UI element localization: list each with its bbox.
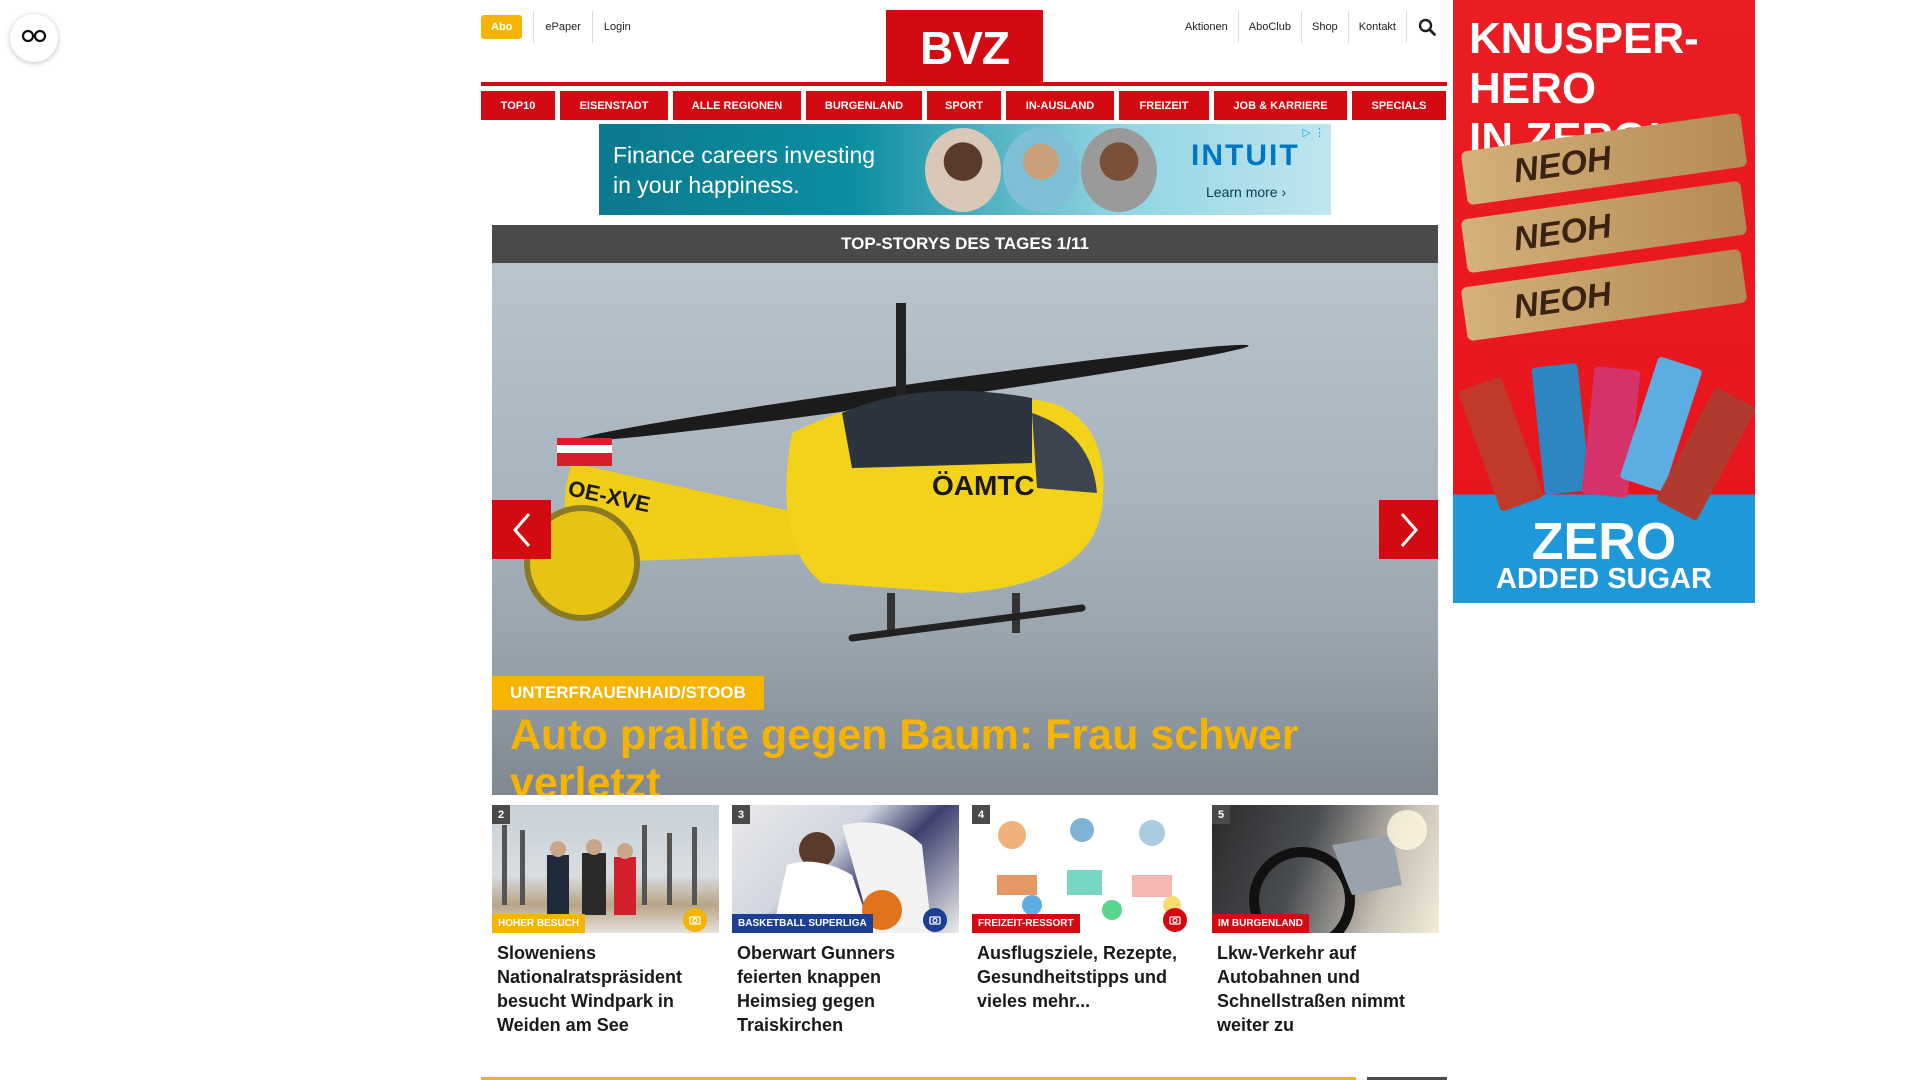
teaser-title[interactable]: Lkw-Verkehr auf Autobahnen und Schnellst…	[1212, 933, 1439, 1037]
teaser-title[interactable]: Sloweniens Nationalratspräsident besucht…	[492, 933, 719, 1037]
slider-heading: TOP-STORYS DES TAGES 1/11	[492, 225, 1438, 263]
ad-text-line1: Finance careers investing	[613, 142, 876, 168]
teaser-tag[interactable]: FREIZEIT-RESSORT	[972, 914, 1080, 933]
skyscraper-ad[interactable]: KNUSPER-HERO IN ZERO! NEOH NEOH NEOH ZER…	[1453, 0, 1755, 603]
teaser-number: 4	[972, 805, 990, 824]
slider-prev-button[interactable]	[492, 500, 551, 559]
nav-item-specials[interactable]: SPECIALS	[1352, 91, 1446, 120]
header-right-links: Aktionen AboClub Shop Kontakt	[1175, 11, 1447, 43]
product-pack	[1531, 362, 1591, 496]
teaser-image[interactable]: 5 IM BURGENLAND	[1212, 805, 1439, 933]
ad-banner[interactable]: Finance careers investing in your happin…	[599, 124, 1331, 215]
site-header: Abo ePaper Login BVZ Aktionen AboClub Sh…	[481, 0, 1447, 87]
teaser-title[interactable]: Ausflugsziele, Rezepte, Gesundheitstipps…	[972, 933, 1199, 1013]
epaper-link[interactable]: ePaper	[533, 11, 591, 43]
teaser-number: 2	[492, 805, 510, 824]
glasses-icon	[21, 29, 47, 48]
abo-button[interactable]: Abo	[481, 15, 523, 39]
product-packs	[1457, 356, 1755, 522]
nav-item-in-ausland[interactable]: IN-AUSLAND	[1006, 91, 1114, 120]
ad-choices-icon[interactable]: ▷ ⋮	[1302, 126, 1325, 139]
kontakt-link[interactable]: Kontakt	[1349, 11, 1407, 43]
header-divider	[481, 82, 1447, 86]
camera-icon	[683, 908, 707, 932]
ad-text-line2: in your happiness.	[613, 172, 800, 198]
teaser-tag[interactable]: BASKETBALL SUPERLIGA	[732, 914, 873, 933]
nav-item-freizeit[interactable]: FREIZEIT	[1119, 91, 1209, 120]
main-nav: TOP10 EISENSTADT ALLE REGIONEN BURGENLAN…	[481, 91, 1447, 120]
teaser-number: 3	[732, 805, 750, 824]
product-bar-brand: NEOH	[1511, 138, 1614, 190]
ad-photo	[1081, 128, 1157, 212]
chevron-left-icon	[512, 512, 530, 547]
ad-photo	[1003, 128, 1079, 212]
teaser-tag[interactable]: IM BURGENLAND	[1212, 914, 1309, 933]
teaser-card[interactable]: 2 HOHER BESUCH Sloweniens Nationalratspr…	[492, 805, 719, 1037]
product-bar-brand: NEOH	[1511, 206, 1614, 258]
top-stories-slider: TOP-STORYS DES TAGES 1/11 ÖAMTC OE-XVE U…	[492, 225, 1438, 795]
sky-ad-headline-line1: KNUSPER-HERO	[1469, 14, 1699, 113]
sky-ad-footer-tagline: ADDED SUGAR	[1496, 563, 1712, 595]
helicopter-brand-text: ÖAMTC	[932, 470, 1035, 501]
product-bar-brand: NEOH	[1511, 274, 1614, 326]
bvz-logo[interactable]: BVZ	[886, 10, 1043, 84]
teaser-cards: 2 HOHER BESUCH Sloweniens Nationalratspr…	[492, 805, 1439, 1037]
teaser-image[interactable]: 2 HOHER BESUCH	[492, 805, 719, 933]
nav-item-eisenstadt[interactable]: EISENSTADT	[560, 91, 668, 120]
intuit-logo: INTUIT	[1191, 139, 1300, 172]
ad-learn-more-link[interactable]: Learn more ›	[1206, 184, 1286, 200]
teaser-image[interactable]: 3 BASKETBALL SUPERLIGA	[732, 805, 959, 933]
nav-item-sport[interactable]: SPORT	[927, 91, 1001, 120]
camera-icon	[1163, 908, 1187, 932]
aboclub-link[interactable]: AboClub	[1239, 11, 1302, 43]
teaser-card[interactable]: 4 FREIZEIT-RESSORT Ausflugsziele, Rezept…	[972, 805, 1199, 1037]
nav-item-alle-regionen[interactable]: ALLE REGIONEN	[673, 91, 801, 120]
nav-item-burgenland[interactable]: BURGENLAND	[806, 91, 922, 120]
slider-image[interactable]: ÖAMTC OE-XVE UNTERFRAUENHAID/STOOB Auto …	[492, 263, 1438, 795]
reader-mode-button[interactable]	[10, 14, 58, 62]
slider-next-button[interactable]	[1379, 500, 1438, 559]
nav-item-job-karriere[interactable]: JOB & KARRIERE	[1214, 91, 1347, 120]
ad-photos	[925, 128, 1157, 212]
slider-headline[interactable]: Auto prallte gegen Baum: Frau schwer ver…	[510, 711, 1390, 795]
header-left-links: Abo ePaper Login	[481, 11, 642, 43]
teaser-title[interactable]: Oberwart Gunners feierten knappen Heimsi…	[732, 933, 959, 1037]
teaser-number: 5	[1212, 805, 1230, 824]
teaser-card[interactable]: 5 IM BURGENLAND Lkw-Verkehr auf Autobahn…	[1212, 805, 1439, 1037]
ad-text: Finance careers investing in your happin…	[613, 140, 875, 200]
nav-item-top10[interactable]: TOP10	[481, 91, 555, 120]
teaser-tag[interactable]: HOHER BESUCH	[492, 914, 586, 933]
teaser-image[interactable]: 4 FREIZEIT-RESSORT	[972, 805, 1199, 933]
aktionen-link[interactable]: Aktionen	[1175, 11, 1239, 43]
teaser-card[interactable]: 3 BASKETBALL SUPERLIGA Oberwart Gunners …	[732, 805, 959, 1037]
chevron-right-icon	[1400, 512, 1418, 547]
shop-link[interactable]: Shop	[1302, 11, 1349, 43]
slider-category-tag[interactable]: UNTERFRAUENHAID/STOOB	[492, 676, 764, 710]
login-link[interactable]: Login	[591, 11, 642, 43]
product-pack	[1457, 375, 1545, 513]
camera-icon	[923, 908, 947, 932]
search-icon[interactable]	[1407, 18, 1447, 36]
ad-photo	[925, 128, 1001, 212]
